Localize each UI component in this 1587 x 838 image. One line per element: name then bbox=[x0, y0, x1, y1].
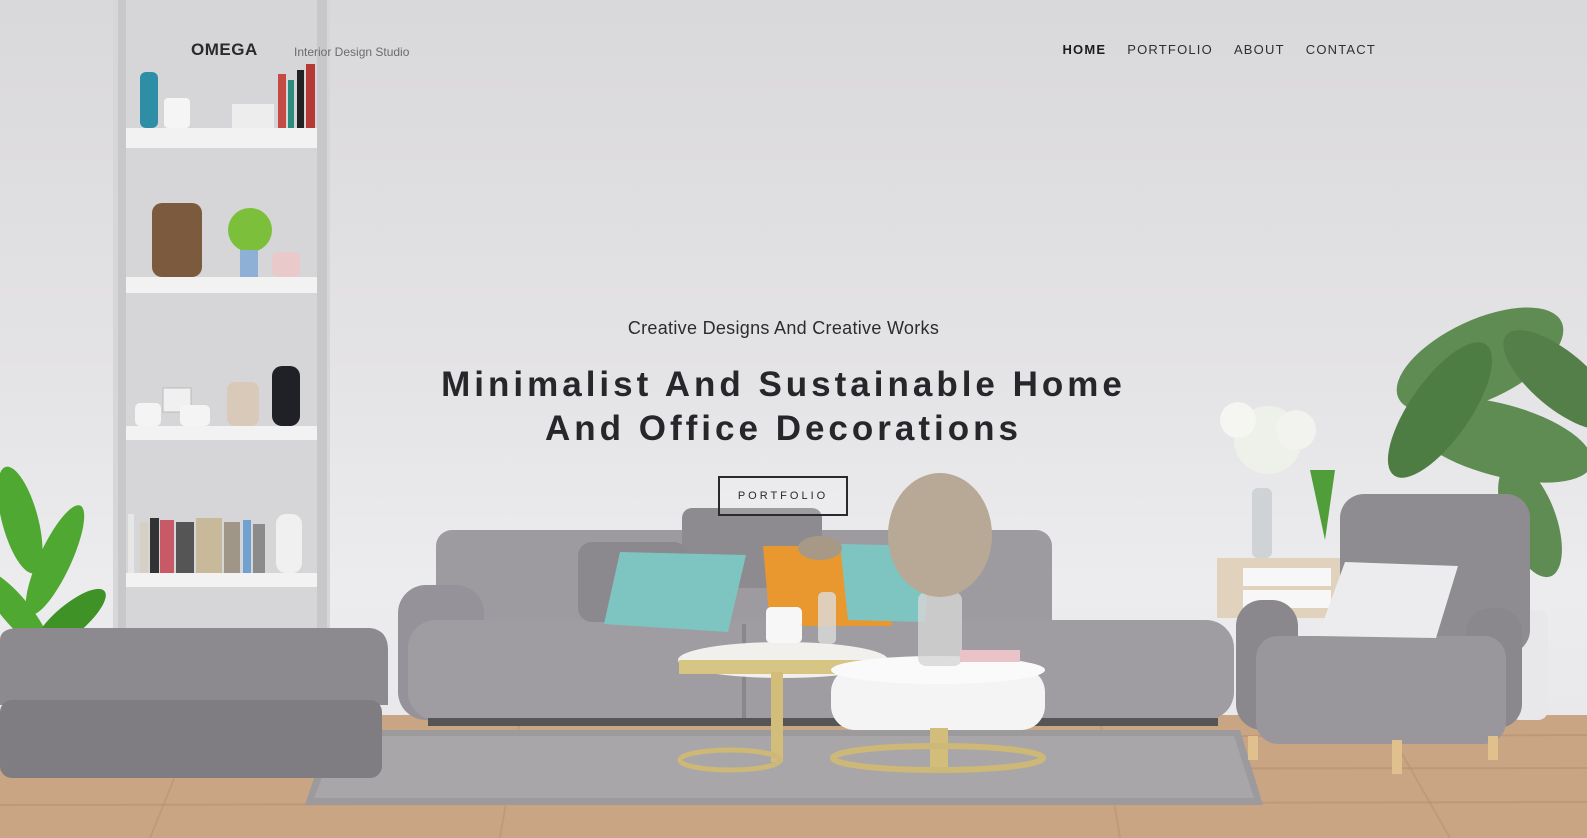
nav-portfolio[interactable]: PORTFOLIO bbox=[1127, 42, 1213, 57]
nav-about[interactable]: ABOUT bbox=[1234, 42, 1285, 57]
site-logo[interactable]: OMEGA bbox=[191, 40, 258, 60]
hero-title-line-1: Minimalist And Sustainable Home bbox=[441, 365, 1126, 404]
nav-home[interactable]: HOME bbox=[1062, 42, 1106, 57]
bookshelf bbox=[113, 0, 330, 630]
armchair bbox=[1236, 494, 1530, 774]
nav-contact[interactable]: CONTACT bbox=[1306, 42, 1376, 57]
site-tagline: Interior Design Studio bbox=[294, 45, 410, 59]
hero-title: Minimalist And Sustainable Home And Offi… bbox=[0, 363, 1567, 451]
hero-subtitle: Creative Designs And Creative Works bbox=[627, 318, 940, 338]
hero-title-line-2: And Office Decorations bbox=[545, 409, 1022, 448]
main-nav: HOME PORTFOLIO ABOUT CONTACT bbox=[1062, 42, 1376, 57]
portfolio-button[interactable]: PORTFOLIO bbox=[718, 476, 848, 516]
ottoman bbox=[0, 628, 388, 778]
